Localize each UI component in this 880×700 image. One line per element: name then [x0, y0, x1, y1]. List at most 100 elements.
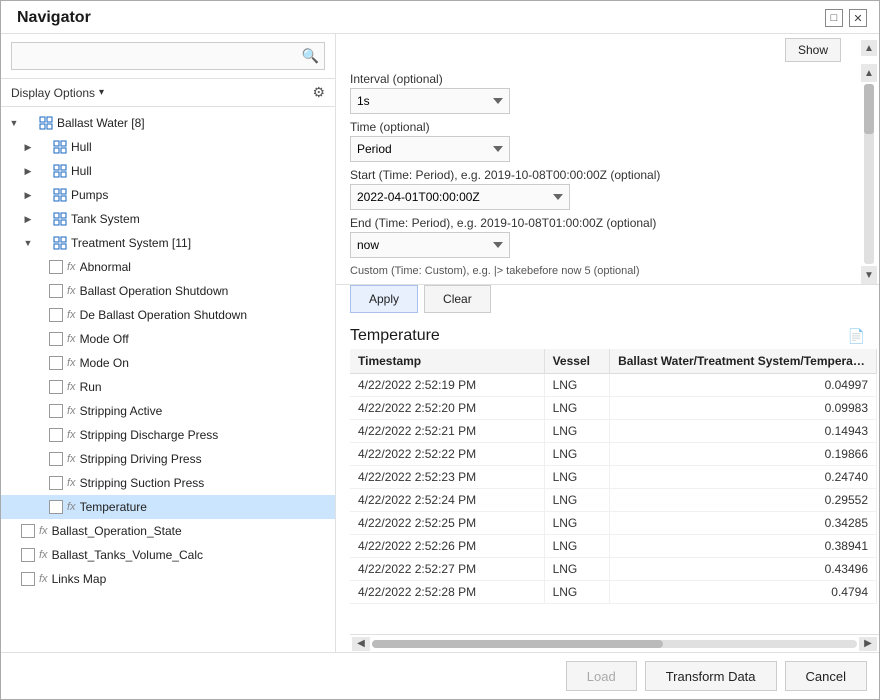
time-select[interactable]: Period Custom: [350, 136, 510, 162]
tree-container[interactable]: ▼Ballast Water [8]▶Hull▶Hull▶Pumps▶Tank …: [1, 107, 335, 652]
tree-item-mode-on[interactable]: fxMode On: [1, 351, 335, 375]
end-select[interactable]: now custom: [350, 232, 510, 258]
tree-checkbox[interactable]: [49, 476, 63, 490]
tree-item-mode-off[interactable]: fxMode Off: [1, 327, 335, 351]
table-row[interactable]: 4/22/2022 2:52:28 PMLNG0.4794: [350, 581, 877, 604]
table-row[interactable]: 4/22/2022 2:52:19 PMLNG0.04997: [350, 374, 877, 397]
tree-grid-icon: [39, 115, 53, 130]
tree-checkbox[interactable]: [21, 524, 35, 538]
tree-checkbox[interactable]: [49, 428, 63, 442]
load-button[interactable]: Load: [566, 661, 637, 691]
tree-checkbox[interactable]: [49, 332, 63, 346]
options-form: Interval (optional) 1s 5s 10s Time (opti…: [336, 64, 879, 285]
tree-item-treatment-system[interactable]: ▼Treatment System [11]: [1, 231, 335, 255]
display-options-toggle[interactable]: Display Options ▾: [11, 86, 104, 100]
table-row[interactable]: 4/22/2022 2:52:27 PMLNG0.43496: [350, 558, 877, 581]
cell-value: 0.04997: [610, 374, 877, 397]
start-row: Start (Time: Period), e.g. 2019-10-08T00…: [350, 168, 855, 210]
start-select[interactable]: 2022-04-01T00:00:00Z: [350, 184, 570, 210]
table-row[interactable]: 4/22/2022 2:52:25 PMLNG0.34285: [350, 512, 877, 535]
tree-item-run[interactable]: fxRun: [1, 375, 335, 399]
table-row[interactable]: 4/22/2022 2:52:24 PMLNG0.29552: [350, 489, 877, 512]
data-table-wrapper[interactable]: Timestamp Vessel Ballast Water/Treatment…: [350, 349, 877, 634]
transform-data-button[interactable]: Transform Data: [645, 661, 777, 691]
export-icon[interactable]: 📄: [848, 328, 865, 345]
table-row[interactable]: 4/22/2022 2:52:22 PMLNG0.19866: [350, 443, 877, 466]
tree-item-ballast-water[interactable]: ▼Ballast Water [8]: [1, 111, 335, 135]
tree-item-ballast-op-shutdown[interactable]: fxBallast Operation Shutdown: [1, 279, 335, 303]
cell-timestamp: 4/22/2022 2:52:22 PM: [350, 443, 544, 466]
tree-expand-icon[interactable]: ▶: [21, 190, 35, 201]
tree-expand-icon[interactable]: ▼: [7, 118, 21, 128]
tree-item-stripping-suction[interactable]: fxStripping Suction Press: [1, 471, 335, 495]
tree-checkbox[interactable]: [49, 380, 63, 394]
data-section: Temperature 📄 Timestamp Vesse: [336, 321, 879, 652]
end-label: End (Time: Period), e.g. 2019-10-08T01:0…: [350, 216, 855, 230]
title-bar: Navigator □ ✕: [1, 1, 879, 34]
tree-item-temperature[interactable]: fxTemperature: [1, 495, 335, 519]
tree-item-stripping-driving[interactable]: fx Stripping Driving Press: [1, 447, 335, 471]
minimize-button[interactable]: □: [825, 9, 843, 27]
tree-fx-icon: fx: [67, 453, 76, 465]
tree-expand-icon[interactable]: ▶: [21, 214, 35, 225]
tree-item-ballast-tanks-vol[interactable]: fxBallast_Tanks_Volume_Calc: [1, 543, 335, 567]
search-icon-button[interactable]: 🔍: [302, 48, 319, 65]
tree-checkbox[interactable]: [49, 500, 63, 514]
tree-grid-icon: [53, 163, 67, 178]
cancel-button[interactable]: Cancel: [785, 661, 867, 691]
apply-button[interactable]: Apply: [350, 285, 418, 313]
tree-item-de-ballast-op-shutdown[interactable]: fxDe Ballast Operation Shutdown: [1, 303, 335, 327]
table-row[interactable]: 4/22/2022 2:52:26 PMLNG0.38941: [350, 535, 877, 558]
tree-item-label: Stripping Driving Press: [80, 452, 202, 466]
form-scroll-down-btn[interactable]: ▼: [861, 266, 877, 284]
tree-fx-icon: fx: [67, 333, 76, 345]
tree-checkbox[interactable]: [49, 284, 63, 298]
cell-vessel: LNG: [544, 397, 610, 420]
tree-item-tank-system[interactable]: ▶Tank System: [1, 207, 335, 231]
cell-timestamp: 4/22/2022 2:52:24 PM: [350, 489, 544, 512]
tree-expand-icon[interactable]: ▶: [21, 142, 35, 153]
tree-item-hull-2[interactable]: ▶Hull: [1, 159, 335, 183]
form-scroll-up-btn[interactable]: ▲: [861, 64, 877, 82]
tree-item-hull-1[interactable]: ▶ Hull: [1, 135, 335, 159]
data-section-header: Temperature 📄: [350, 321, 879, 349]
table-row[interactable]: 4/22/2022 2:52:20 PMLNG0.09983: [350, 397, 877, 420]
tree-checkbox[interactable]: [49, 260, 63, 274]
cell-timestamp: 4/22/2022 2:52:26 PM: [350, 535, 544, 558]
interval-label: Interval (optional): [350, 72, 855, 86]
tree-item-label: Links Map: [52, 572, 107, 586]
data-table: Timestamp Vessel Ballast Water/Treatment…: [350, 349, 877, 604]
tree-checkbox[interactable]: [49, 308, 63, 322]
close-button[interactable]: ✕: [849, 9, 867, 27]
tree-item-stripping-active[interactable]: fxStripping Active: [1, 399, 335, 423]
right-scroll-up-button[interactable]: ▲: [861, 40, 877, 56]
cell-value: 0.24740: [610, 466, 877, 489]
tree-checkbox[interactable]: [49, 356, 63, 370]
tree-item-label: Hull: [71, 140, 92, 154]
show-button[interactable]: Show: [785, 38, 841, 62]
table-row[interactable]: 4/22/2022 2:52:23 PMLNG0.24740: [350, 466, 877, 489]
tree-item-label: Stripping Active: [80, 404, 163, 418]
search-input[interactable]: [11, 42, 325, 70]
tree-item-pumps[interactable]: ▶Pumps: [1, 183, 335, 207]
clear-button[interactable]: Clear: [424, 285, 491, 313]
tree-item-abnormal[interactable]: fxAbnormal: [1, 255, 335, 279]
tree-item-label: Temperature: [80, 500, 147, 514]
tree-expand-icon[interactable]: ▼: [21, 238, 35, 248]
tree-item-links-map[interactable]: fxLinks Map: [1, 567, 335, 591]
tree-item-ballast-op-state[interactable]: fxBallast_Operation_State: [1, 519, 335, 543]
settings-icon-button[interactable]: ⚙: [312, 84, 325, 101]
tree-checkbox[interactable]: [21, 548, 35, 562]
horiz-scroll-right-btn[interactable]: ▶: [859, 637, 877, 651]
tree-item-stripping-discharge[interactable]: fxStripping Discharge Press: [1, 423, 335, 447]
horiz-scroll-left-btn[interactable]: ◀: [352, 637, 370, 651]
tree-expand-icon[interactable]: ▶: [21, 166, 35, 177]
tree-checkbox[interactable]: [49, 452, 63, 466]
interval-select[interactable]: 1s 5s 10s: [350, 88, 510, 114]
col-timestamp: Timestamp: [350, 349, 544, 374]
tree-checkbox[interactable]: [49, 404, 63, 418]
tree-item-label: De Ballast Operation Shutdown: [80, 308, 247, 322]
tree-checkbox[interactable]: [21, 572, 35, 586]
table-row[interactable]: 4/22/2022 2:52:21 PMLNG0.14943: [350, 420, 877, 443]
cell-timestamp: 4/22/2022 2:52:28 PM: [350, 581, 544, 604]
